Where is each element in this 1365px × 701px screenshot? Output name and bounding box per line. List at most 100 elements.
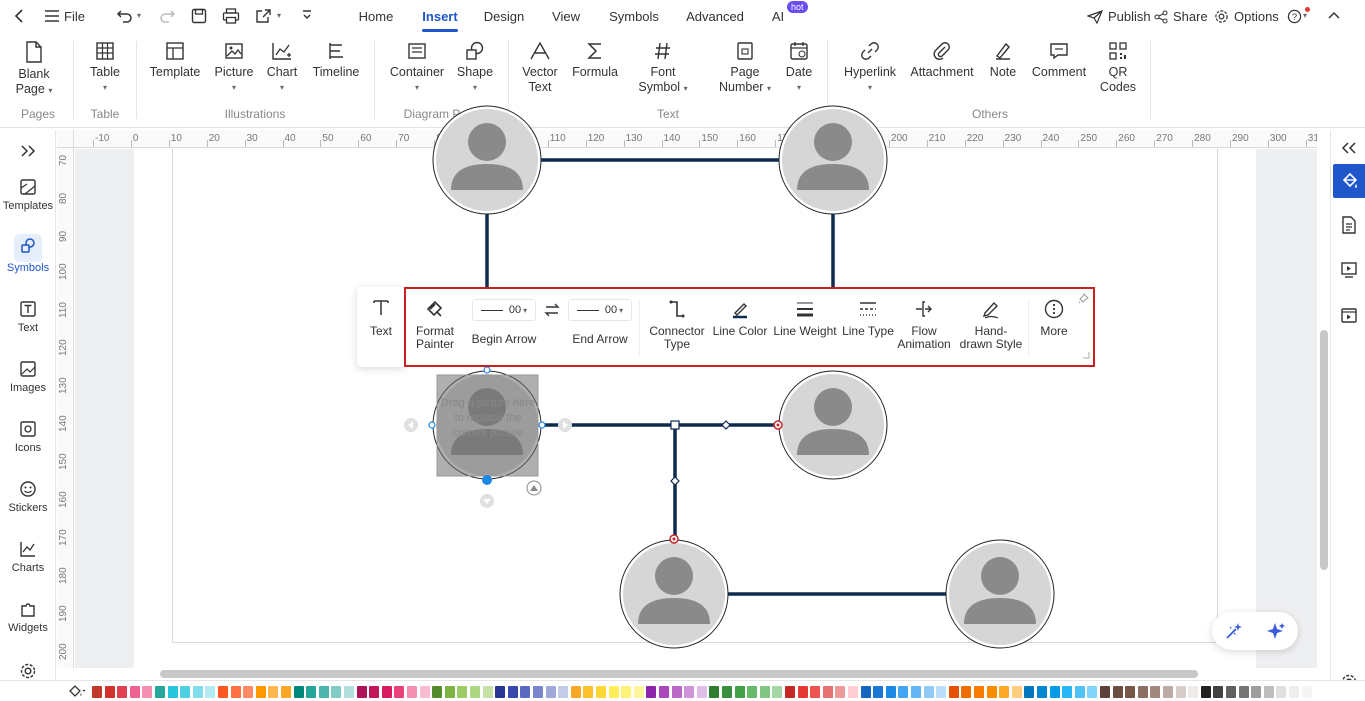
back-icon[interactable] xyxy=(12,8,28,24)
sidebar-item-symbols[interactable]: Symbols xyxy=(0,234,56,278)
color-swatch[interactable] xyxy=(243,686,254,698)
color-swatch[interactable] xyxy=(167,686,178,698)
color-swatch[interactable] xyxy=(772,686,783,698)
color-swatch[interactable] xyxy=(671,686,682,698)
color-swatch[interactable] xyxy=(961,686,972,698)
tab-home[interactable]: Home xyxy=(352,0,400,33)
color-swatch[interactable] xyxy=(1175,686,1186,698)
color-swatch[interactable] xyxy=(986,686,997,698)
color-swatch[interactable] xyxy=(696,686,707,698)
color-swatch[interactable] xyxy=(104,686,115,698)
color-swatch[interactable] xyxy=(1163,686,1173,698)
tab-ai[interactable]: AI xyxy=(768,0,788,33)
page-number-button[interactable]: Page Number ▾ xyxy=(712,41,778,96)
sidebar-item-icons[interactable]: Icons xyxy=(0,420,56,454)
color-swatch[interactable] xyxy=(936,686,947,698)
color-swatch[interactable] xyxy=(558,686,569,698)
vertical-scrollbar[interactable] xyxy=(1320,330,1328,570)
more-button[interactable]: More xyxy=(1032,299,1076,338)
color-swatch[interactable] xyxy=(533,686,543,698)
color-swatch[interactable] xyxy=(734,686,745,698)
color-swatch[interactable] xyxy=(192,686,203,698)
collapse-right-panel-button[interactable] xyxy=(1334,133,1364,163)
sidebar-item-widgets[interactable]: Widgets xyxy=(0,600,56,634)
color-swatch[interactable] xyxy=(608,686,619,698)
color-swatch[interactable] xyxy=(1213,686,1224,698)
color-swatch[interactable] xyxy=(621,686,632,698)
fill-color-icon[interactable] xyxy=(68,684,86,698)
sidebar-item-text[interactable]: Text xyxy=(0,300,56,334)
color-swatch[interactable] xyxy=(407,686,417,698)
color-swatch[interactable] xyxy=(1251,686,1262,698)
color-swatch[interactable] xyxy=(318,686,329,698)
color-swatch[interactable] xyxy=(1011,686,1022,698)
more-quick-icon[interactable] xyxy=(301,9,313,23)
color-swatch[interactable] xyxy=(1276,686,1287,698)
color-swatch[interactable] xyxy=(848,686,858,698)
note-button[interactable]: Note xyxy=(984,41,1022,80)
attachment-button[interactable]: Attachment xyxy=(908,41,976,80)
color-swatch[interactable] xyxy=(205,686,216,698)
color-swatch[interactable] xyxy=(684,686,695,698)
color-swatch[interactable] xyxy=(1049,686,1060,698)
color-swatch[interactable] xyxy=(394,686,405,698)
color-swatch[interactable] xyxy=(369,686,380,698)
flow-animation-button[interactable]: Flow Animation xyxy=(896,299,952,351)
color-swatch[interactable] xyxy=(722,686,732,698)
undo-dropdown-icon[interactable]: ▾ xyxy=(137,11,141,20)
share-button[interactable]: Share xyxy=(1154,0,1208,33)
color-swatch[interactable] xyxy=(1037,686,1047,698)
color-swatch[interactable] xyxy=(822,686,833,698)
color-swatch[interactable] xyxy=(129,686,140,698)
publish-button[interactable]: Publish xyxy=(1087,0,1151,33)
color-swatch[interactable] xyxy=(545,686,556,698)
line-weight-button[interactable]: Line Weight xyxy=(772,299,838,338)
end-arrow-select[interactable]: 00 ▾ xyxy=(568,299,632,321)
color-swatch[interactable] xyxy=(507,686,518,698)
color-swatch[interactable] xyxy=(1289,686,1299,698)
color-swatch[interactable] xyxy=(596,686,606,698)
color-swatch[interactable] xyxy=(759,686,770,698)
color-swatch[interactable] xyxy=(923,686,934,698)
color-swatch[interactable] xyxy=(470,686,480,698)
timeline-button[interactable]: Timeline xyxy=(310,41,362,80)
font-symbol-button[interactable]: Font Symbol ▾ xyxy=(636,41,690,96)
color-swatch[interactable] xyxy=(495,686,506,698)
formula-button[interactable]: Formula xyxy=(570,41,620,80)
save-icon[interactable] xyxy=(191,8,207,24)
export-icon[interactable] xyxy=(255,8,273,24)
color-swatch[interactable] xyxy=(646,686,657,698)
color-swatch[interactable] xyxy=(1024,686,1035,698)
presentation-panel-button[interactable] xyxy=(1334,255,1364,285)
color-swatch[interactable] xyxy=(583,686,594,698)
options-button[interactable]: Options xyxy=(1214,0,1279,33)
color-swatch[interactable] xyxy=(142,686,153,698)
sidebar-item-images[interactable]: Images xyxy=(0,360,56,394)
color-swatch[interactable] xyxy=(785,686,795,698)
undo-icon[interactable] xyxy=(116,8,134,24)
color-swatch[interactable] xyxy=(570,686,581,698)
help-dropdown-icon[interactable]: ▾ xyxy=(1303,11,1307,20)
comment-button[interactable]: Comment xyxy=(1030,41,1088,80)
line-color-button[interactable]: Line Color xyxy=(710,299,770,338)
sidebar-item-templates[interactable]: Templates xyxy=(0,178,56,212)
hand-drawn-style-button[interactable]: Hand- drawn Style xyxy=(956,299,1026,351)
hyperlink-button[interactable]: Hyperlink ▾ xyxy=(840,41,900,95)
hamburger-icon[interactable] xyxy=(44,9,60,23)
line-type-button[interactable]: Line Type xyxy=(840,299,896,338)
print-icon[interactable] xyxy=(222,8,240,24)
color-swatch[interactable] xyxy=(344,686,354,698)
color-swatch[interactable] xyxy=(1074,686,1085,698)
tab-view[interactable]: View xyxy=(546,0,586,33)
template-button[interactable]: Template xyxy=(148,41,202,80)
expand-sidebar-button[interactable] xyxy=(0,144,56,162)
color-swatch[interactable] xyxy=(974,686,984,698)
color-swatch[interactable] xyxy=(1062,686,1073,698)
slideshow-panel-button[interactable] xyxy=(1334,300,1364,330)
color-swatch[interactable] xyxy=(230,686,241,698)
blank-page-button[interactable]: Blank Page ▾ xyxy=(14,41,54,98)
connector-type-button[interactable]: Connector Type xyxy=(646,299,708,351)
tab-insert[interactable]: Insert xyxy=(416,0,464,33)
color-swatch[interactable] xyxy=(306,686,317,698)
picture-button[interactable]: Picture ▾ xyxy=(212,41,256,95)
